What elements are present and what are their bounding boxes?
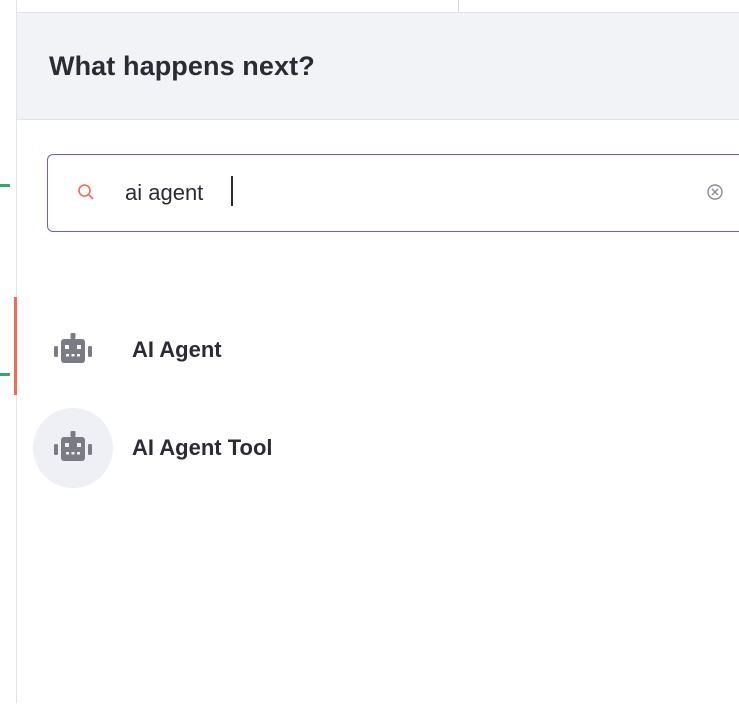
- panel-header: What happens next?: [17, 13, 739, 120]
- result-icon-container: [33, 408, 113, 488]
- search-input[interactable]: [125, 175, 685, 211]
- connection-line: [0, 373, 10, 376]
- result-item-ai-agent-tool[interactable]: AI Agent Tool: [17, 399, 739, 497]
- clear-icon[interactable]: [705, 182, 725, 202]
- search-icon: [78, 184, 94, 200]
- result-item-ai-agent[interactable]: AI Agent: [17, 301, 739, 399]
- robot-icon: [54, 333, 92, 363]
- result-label: AI Agent: [132, 337, 222, 362]
- result-icon-container: [33, 310, 113, 390]
- results-list: AI Agent AI Agent Tool: [17, 301, 739, 497]
- top-bar: [17, 0, 739, 12]
- panel-title: What happens next?: [49, 50, 315, 81]
- search-field[interactable]: [47, 154, 739, 232]
- connection-line: [0, 184, 10, 187]
- node-creator-panel: What happens next? ai agent AI Agent AI …: [17, 12, 739, 704]
- divider: [458, 0, 459, 12]
- result-label: AI Agent Tool: [132, 435, 273, 460]
- robot-icon: [54, 431, 92, 461]
- text-caret: [231, 176, 233, 206]
